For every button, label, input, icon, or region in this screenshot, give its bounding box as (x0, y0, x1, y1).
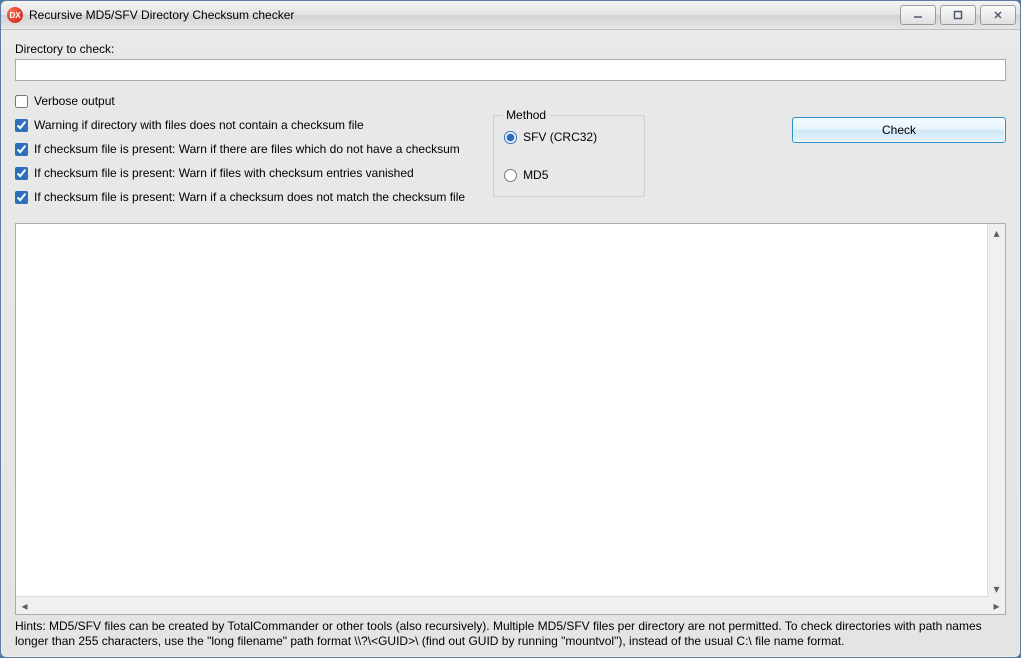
checkbox-warn-no-cksum-input[interactable] (15, 119, 28, 132)
checkbox-warn-mismatch-input[interactable] (15, 191, 28, 204)
checkbox-warn-missing-label: If checksum file is present: Warn if the… (34, 142, 460, 156)
scroll-up-icon[interactable]: ▴ (988, 224, 1005, 241)
minimize-button[interactable] (900, 5, 936, 25)
hints-text: Hints: MD5/SFV files can be created by T… (15, 619, 1006, 649)
client-area: Directory to check: Verbose output Warni… (1, 30, 1020, 657)
scroll-left-icon[interactable]: ◂ (16, 597, 33, 614)
checkbox-warn-mismatch-label: If checksum file is present: Warn if a c… (34, 190, 465, 204)
radio-md5-label: MD5 (523, 168, 548, 182)
checkbox-warn-missing-input[interactable] (15, 143, 28, 156)
scroll-down-icon[interactable]: ▾ (988, 580, 1005, 597)
close-button[interactable] (980, 5, 1016, 25)
checkbox-verbose[interactable]: Verbose output (15, 89, 465, 113)
checkbox-warn-vanished[interactable]: If checksum file is present: Warn if fil… (15, 161, 465, 185)
window-title: Recursive MD5/SFV Directory Checksum che… (29, 8, 896, 22)
vertical-scrollbar[interactable]: ▴ ▾ (987, 224, 1005, 597)
app-icon: DX (7, 7, 23, 23)
radio-md5-input[interactable] (504, 169, 517, 182)
options-row: Verbose output Warning if directory with… (15, 89, 1006, 209)
method-group: Method SFV (CRC32) MD5 (493, 115, 645, 197)
horizontal-scrollbar[interactable]: ◂ ▸ (16, 596, 1005, 614)
hscroll-track[interactable] (33, 597, 988, 614)
method-legend: Method (502, 108, 550, 122)
checkbox-verbose-label: Verbose output (34, 94, 115, 108)
radio-sfv-label: SFV (CRC32) (523, 130, 597, 144)
scroll-right-icon[interactable]: ▸ (988, 597, 1005, 614)
titlebar[interactable]: DX Recursive MD5/SFV Directory Checksum … (1, 1, 1020, 30)
check-button[interactable]: Check (792, 117, 1006, 143)
radio-sfv-input[interactable] (504, 131, 517, 144)
checkbox-warn-no-cksum[interactable]: Warning if directory with files does not… (15, 113, 465, 137)
checkbox-warn-missing[interactable]: If checksum file is present: Warn if the… (15, 137, 465, 161)
vscroll-track[interactable] (988, 241, 1005, 580)
checkbox-verbose-input[interactable] (15, 95, 28, 108)
maximize-button[interactable] (940, 5, 976, 25)
directory-input[interactable] (15, 59, 1006, 81)
window-controls (896, 5, 1016, 25)
app-window: DX Recursive MD5/SFV Directory Checksum … (0, 0, 1021, 658)
radio-md5[interactable]: MD5 (504, 164, 634, 186)
checkbox-warn-no-cksum-label: Warning if directory with files does not… (34, 118, 364, 132)
radio-sfv[interactable]: SFV (CRC32) (504, 126, 634, 148)
directory-label: Directory to check: (15, 42, 1006, 56)
checkbox-warn-mismatch[interactable]: If checksum file is present: Warn if a c… (15, 185, 465, 209)
output-panel: ▴ ▾ ◂ ▸ (15, 223, 1006, 615)
options-group: Verbose output Warning if directory with… (15, 89, 465, 209)
output-text[interactable] (16, 224, 1005, 596)
checkbox-warn-vanished-input[interactable] (15, 167, 28, 180)
checkbox-warn-vanished-label: If checksum file is present: Warn if fil… (34, 166, 414, 180)
